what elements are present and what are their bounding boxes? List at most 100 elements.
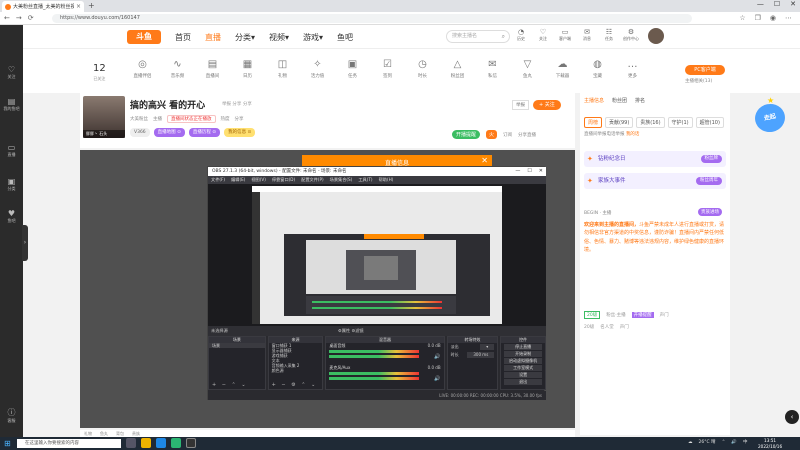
obs-control-button[interactable]: 退出 bbox=[504, 379, 543, 385]
menu-icon[interactable]: ⋯ bbox=[785, 14, 792, 22]
obs-control-button[interactable]: 开始录制 bbox=[504, 351, 543, 357]
sidebar-toggle-icon[interactable]: › bbox=[22, 225, 28, 261]
obs-menu-item[interactable]: 帮助(H) bbox=[379, 176, 394, 184]
sidebar-item-follow[interactable]: ♡ 关注 bbox=[0, 65, 23, 80]
speaker-icon[interactable]: 🔊 bbox=[434, 354, 440, 360]
douyu-logo[interactable]: 斗鱼 bbox=[127, 30, 161, 44]
volume-icon[interactable]: 🔊 bbox=[731, 440, 737, 445]
obs-preview[interactable] bbox=[208, 184, 546, 326]
obs-menu-item[interactable]: 停靠窗口(D) bbox=[272, 176, 295, 184]
follow-button[interactable]: + 关注 bbox=[533, 100, 561, 110]
obs-control-button[interactable]: 停止直播 bbox=[504, 344, 543, 350]
sidebar-item-fishbar[interactable]: ▤ 我的鱼吧 bbox=[0, 97, 23, 112]
card-badge[interactable]: 粉丝周年 bbox=[696, 177, 722, 185]
category-item[interactable]: ▣ 任务 bbox=[335, 59, 370, 79]
nav-video[interactable]: 视频▾ bbox=[269, 32, 289, 43]
search-icon[interactable]: ⌕ bbox=[502, 31, 505, 42]
fire-icon[interactable]: 火 bbox=[486, 130, 498, 139]
forward-icon[interactable]: → bbox=[16, 14, 22, 22]
obs-icon[interactable] bbox=[186, 438, 196, 448]
obs-menu-item[interactable]: 配置文件(P) bbox=[301, 176, 324, 184]
scene-tools[interactable]: + − ⌃ ⌄ bbox=[212, 382, 248, 388]
vip-badge[interactable]: 贵族进场 bbox=[698, 208, 722, 216]
sidebar-item-yuba[interactable]: ♥ 鱼吧 bbox=[0, 209, 23, 224]
obs-control-button[interactable]: 启动虚拟摄像机 bbox=[504, 358, 543, 364]
category-item[interactable]: ◷ 时长 bbox=[405, 59, 440, 79]
nav-yuba[interactable]: 鱼吧 bbox=[337, 32, 353, 43]
new-tab-icon[interactable]: + bbox=[88, 1, 95, 10]
streamer-avatar[interactable]: 胖胖丶 石头 bbox=[83, 96, 125, 138]
minimize-icon[interactable]: — bbox=[757, 0, 764, 8]
card-badge[interactable]: 粉丝牌 bbox=[700, 155, 722, 163]
card-fan-anniversary[interactable]: ✦ 钻粉纪念日 粉丝牌 bbox=[584, 151, 726, 167]
ime-indicator[interactable]: 中 bbox=[743, 439, 748, 445]
subtab-guard[interactable]: 守护(1) bbox=[667, 117, 693, 128]
report-button[interactable]: 举报 bbox=[512, 100, 529, 110]
header-follow[interactable]: ♡ 关注 bbox=[535, 28, 551, 42]
sidebar-item-live[interactable]: ▭ 直播 bbox=[0, 143, 23, 158]
streamer-name[interactable]: 大美粉丝 bbox=[130, 116, 148, 122]
taskbar-clock[interactable]: 13:51 2022/10/16 bbox=[758, 438, 782, 449]
back-icon[interactable]: ← bbox=[4, 14, 10, 22]
game-promo-badge[interactable]: ★ 走起 bbox=[752, 96, 788, 136]
share-live-link[interactable]: 分享直播 bbox=[518, 132, 536, 138]
taskbar-search-input[interactable]: 在这里输入你要搜索的内容 bbox=[17, 439, 121, 448]
header-history[interactable]: ◔ 历史 bbox=[513, 28, 529, 42]
category-item[interactable]: ◎ 直播伴侣 bbox=[125, 59, 160, 79]
subtab-noble[interactable]: 贵族(16) bbox=[636, 117, 665, 128]
bottom-backpack[interactable]: 背包 bbox=[116, 430, 124, 437]
speaker-icon[interactable]: 🔊 bbox=[434, 376, 440, 382]
transition-duration[interactable]: 时长 300 ms bbox=[448, 351, 498, 359]
obs-menu-item[interactable]: 文件(F) bbox=[211, 176, 225, 184]
transition-select[interactable]: 淡出 ▾ bbox=[448, 343, 498, 351]
close-window-icon[interactable]: ✕ bbox=[790, 0, 796, 8]
header-message[interactable]: ✉ 消息 bbox=[579, 28, 595, 42]
profile-icon[interactable]: ◉ bbox=[770, 14, 776, 22]
collections-icon[interactable]: ❐ bbox=[755, 14, 761, 22]
edge-icon[interactable] bbox=[156, 438, 166, 448]
obs-maximize-icon[interactable]: ☐ bbox=[527, 167, 531, 176]
obs-minimize-icon[interactable]: — bbox=[515, 167, 520, 176]
bottom-gift[interactable]: 礼物 bbox=[84, 430, 92, 437]
weather-text[interactable]: 26°C 晴 bbox=[699, 439, 716, 445]
windows-start-icon[interactable]: ⊞ bbox=[4, 439, 11, 448]
tab-rank[interactable]: 排名 bbox=[635, 97, 645, 104]
subscribe-link[interactable]: 订阅 bbox=[503, 132, 512, 138]
subtab-admin[interactable]: 超管(10) bbox=[695, 117, 724, 128]
sidebar-item-category[interactable]: ▣ 分类 bbox=[0, 177, 23, 192]
nav-category[interactable]: 分类▾ bbox=[235, 32, 255, 43]
task-view-icon[interactable] bbox=[126, 438, 136, 448]
bottom-noble[interactable]: 贵族 bbox=[132, 430, 140, 437]
card-family-event[interactable]: ✦ 家族大事件 粉丝周年 bbox=[584, 173, 726, 189]
chat-user[interactable]: 粉丝·主播 bbox=[606, 312, 625, 318]
room-tag-map[interactable]: 直播地图 ⊙ bbox=[153, 128, 185, 137]
category-item[interactable]: ☁ 下载器 bbox=[545, 59, 580, 79]
info-link[interactable]: 我的话 bbox=[626, 132, 640, 137]
category-item[interactable]: ✧ 活力值 bbox=[300, 59, 335, 79]
subtab-contrib[interactable]: 贡献(99) bbox=[605, 117, 634, 128]
obs-control-button[interactable]: 设置 bbox=[504, 372, 543, 378]
source-tools[interactable]: + − ⚙ ⌃ ⌄ bbox=[272, 382, 318, 388]
volume-slider[interactable] bbox=[329, 355, 420, 358]
obs-menu-item[interactable]: 场景集合(S) bbox=[330, 176, 353, 184]
room-share[interactable]: 分享 bbox=[235, 116, 244, 122]
category-item[interactable]: ◍ 宝藏 bbox=[580, 59, 615, 79]
collapse-right-icon[interactable]: ‹ bbox=[785, 410, 799, 424]
header-client[interactable]: ▭ 客户端 bbox=[557, 28, 573, 42]
obs-menu-item[interactable]: 视图(V) bbox=[251, 176, 266, 184]
obs-close-icon[interactable]: ✕ bbox=[539, 167, 543, 176]
tab-streamer-info[interactable]: 主播信息 bbox=[584, 97, 604, 104]
room-tag-level[interactable]: V366 bbox=[130, 128, 150, 137]
obs-control-button[interactable]: 工作室模式 bbox=[504, 365, 543, 371]
chevron-up-icon[interactable]: ⌃ bbox=[722, 440, 726, 445]
obs-menu-item[interactable]: 编辑(E) bbox=[231, 176, 245, 184]
user-avatar[interactable] bbox=[648, 28, 664, 44]
category-item[interactable]: ▽ 鱼丸 bbox=[510, 59, 545, 79]
follow-count[interactable]: 12 已关注 bbox=[93, 63, 106, 82]
pc-client-button[interactable]: PC客户端 bbox=[685, 65, 725, 75]
room-tag-info[interactable]: 我的信息 ⊙ bbox=[224, 128, 256, 137]
live-remind-button[interactable]: 开播提醒 bbox=[452, 130, 481, 139]
obs-menu-item[interactable]: 工具(T) bbox=[358, 176, 372, 184]
maximize-icon[interactable]: ☐ bbox=[774, 0, 780, 8]
category-item[interactable]: ☑ 签到 bbox=[370, 59, 405, 79]
